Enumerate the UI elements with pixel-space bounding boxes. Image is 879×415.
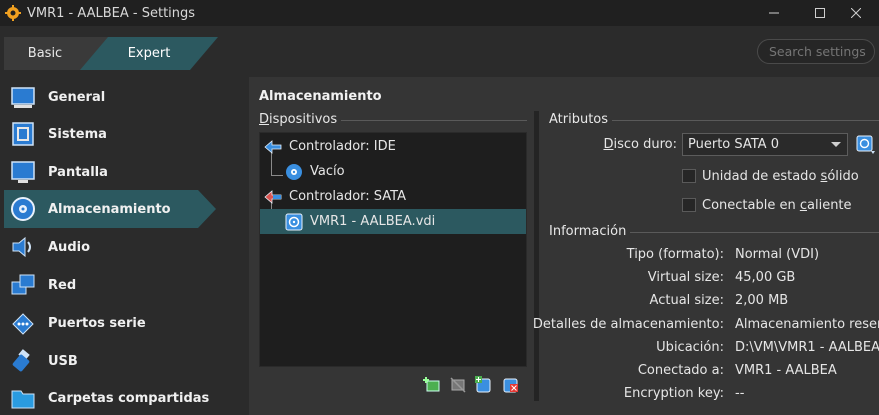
hard-disk-slot-value: Puerto SATA 0 [688, 137, 779, 152]
sidebar-item-label: Sistema [48, 126, 107, 142]
info-label-attached-to: Conectado a: [637, 363, 724, 378]
info-label-encryption-key: Encryption key: [623, 386, 724, 401]
info-label-location: Ubicación: [656, 340, 724, 355]
tree-item-controller-ide[interactable]: Controlador: IDE [260, 134, 526, 159]
sidebar-item-sistema[interactable]: Sistema [4, 115, 236, 153]
sidebar-item-usb[interactable]: USB [4, 342, 236, 380]
sidebar-item-label: Pantalla [48, 164, 108, 180]
system-icon [10, 121, 36, 147]
sidebar-item-red[interactable]: Red [4, 266, 236, 304]
attributes-group-title: Atributos [549, 112, 613, 127]
sidebar-item-pantalla[interactable]: Pantalla [4, 153, 236, 191]
info-label-actual-size: Actual size: [649, 293, 724, 308]
add-controller-button[interactable] [422, 374, 442, 394]
add-attachment-button[interactable] [473, 374, 493, 394]
sidebar-item-carpetas-compartidas[interactable]: Carpetas compartidas [4, 379, 236, 415]
storage-icon [10, 196, 36, 222]
maximize-icon [815, 8, 825, 18]
tree-item-vdi-disk[interactable]: VMR1 - AALBEA.vdi [260, 209, 526, 234]
sidebar-item-audio[interactable]: Audio [4, 228, 236, 266]
choose-disk-button[interactable] [854, 134, 878, 156]
close-icon [851, 8, 861, 18]
sidebar-item-label: Red [48, 277, 77, 293]
storage-devices-tree[interactable]: Controlador: IDE Vacío Controlador: SATA… [259, 132, 527, 367]
minimize-icon [769, 12, 779, 14]
info-label-storage-details: Detalles de almacenamiento: [532, 317, 724, 332]
general-icon [10, 84, 36, 110]
info-value-attached-to: VMR1 - AALBEA [735, 363, 837, 378]
sidebar-item-label: Puertos serie [48, 315, 146, 331]
mode-bar: Basic Expert [0, 26, 879, 74]
remove-attachment-button[interactable] [500, 374, 520, 394]
tree-item-empty-optical[interactable]: Vacío [260, 159, 526, 184]
network-icon [10, 272, 36, 298]
tree-item-label: Controlador: IDE [289, 139, 396, 154]
hard-disk-icon [285, 213, 303, 231]
window-title: VMR1 - AALBEA - Settings [27, 5, 196, 21]
devices-group-title: Dispositivos [259, 112, 342, 127]
attributes-group-divider [607, 120, 879, 121]
minimize-button[interactable] [751, 0, 797, 26]
info-label-virtual-size: Virtual size: [647, 270, 724, 285]
info-value-location: D:\VM\VMR1 - AALBEA... [735, 340, 879, 355]
tree-item-label: Vacío [310, 164, 345, 179]
sidebar-item-label: Almacenamiento [48, 201, 171, 217]
add-attachment-icon [475, 376, 491, 393]
display-icon [10, 159, 36, 185]
add-controller-icon [423, 377, 440, 392]
hard-disk-choose-icon [856, 135, 875, 154]
virtualbox-settings-icon [5, 5, 21, 21]
hotplug-checkbox[interactable] [682, 198, 696, 212]
sidebar-item-general[interactable]: General [4, 78, 236, 116]
info-group-title: Información [549, 224, 631, 239]
serial-ports-icon [10, 310, 36, 336]
page-title: Almacenamiento [259, 89, 382, 104]
close-button[interactable] [833, 0, 879, 26]
tree-item-controller-sata[interactable]: Controlador: SATA [260, 184, 526, 209]
usb-icon [10, 348, 36, 374]
info-value-type: Normal (VDI) [735, 247, 820, 262]
sidebar-item-almacenamiento[interactable]: Almacenamiento [4, 190, 216, 228]
search-settings-input[interactable] [757, 39, 875, 64]
settings-sidebar: General Sistema Pantalla Almacenamiento … [0, 77, 240, 415]
tree-item-label: Controlador: SATA [289, 189, 406, 204]
sata-controller-icon [264, 188, 282, 206]
title-bar: VMR1 - AALBEA - Settings [0, 0, 879, 26]
info-label-type: Tipo (formato): [626, 247, 724, 262]
remove-controller-icon [450, 377, 466, 393]
hard-disk-label: Disco duro: [603, 137, 677, 152]
remove-attachment-icon [503, 378, 518, 393]
hard-disk-slot-select[interactable]: Puerto SATA 0 [682, 133, 848, 156]
info-value-encryption-key: -- [735, 386, 745, 401]
basic-mode-label: Basic [27, 46, 63, 61]
storage-page: Almacenamiento Dispositivos Controlador:… [249, 77, 879, 415]
remove-controller-button[interactable] [448, 374, 468, 394]
info-value-actual-size: 2,00 MB [735, 293, 789, 308]
tree-item-label: VMR1 - AALBEA.vdi [310, 214, 436, 229]
chevron-down-icon [831, 142, 841, 147]
sidebar-item-label: Carpetas compartidas [48, 390, 210, 406]
hotplug-label: Conectable en caliente [702, 198, 852, 213]
info-value-virtual-size: 45,00 GB [735, 270, 796, 285]
sidebar-item-label: Audio [48, 239, 91, 255]
sidebar-item-label: General [48, 89, 106, 105]
optical-disc-icon [285, 163, 303, 181]
ssd-label: Unidad de estado sólido [702, 169, 859, 184]
panel-splitter[interactable] [534, 111, 539, 401]
sidebar-item-puertos-serie[interactable]: Puertos serie [4, 304, 236, 342]
ssd-checkbox[interactable] [682, 169, 696, 183]
devices-group-rest: ispositivos [269, 112, 338, 127]
devices-group-divider [329, 120, 527, 121]
audio-icon [10, 234, 36, 260]
info-value-storage-details: Almacenamiento reserv... [735, 317, 879, 332]
ide-controller-icon [264, 138, 282, 156]
shared-folders-icon [10, 385, 36, 411]
info-group-divider [621, 232, 879, 233]
expert-mode-label: Expert [127, 46, 171, 61]
sidebar-item-label: USB [48, 353, 78, 369]
